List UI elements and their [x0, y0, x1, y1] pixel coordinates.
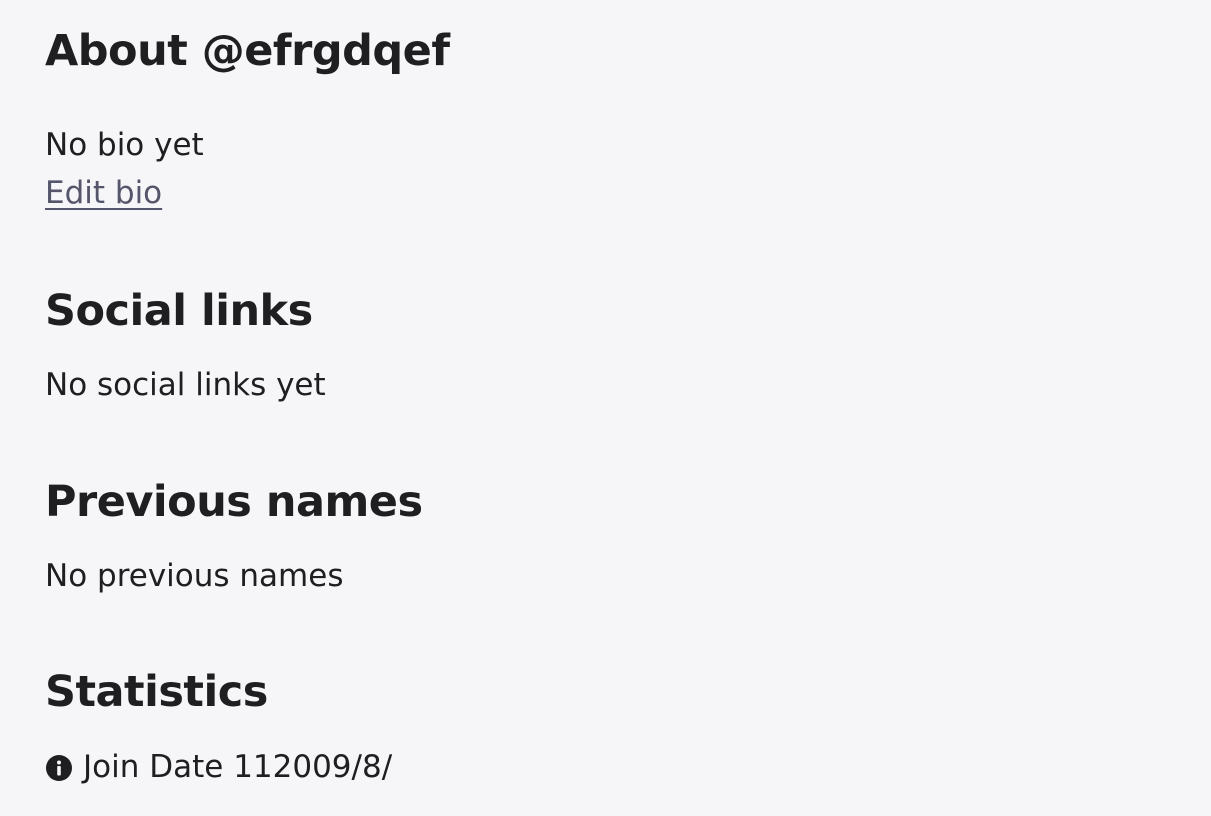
statistics-heading: Statistics [45, 667, 268, 717]
profile-about-panel: About @efrgdqef No bio yet Edit bio Soci… [45, 0, 1191, 816]
join-date-space [223, 752, 233, 783]
join-date-row: Join Date 112009/8/ [45, 752, 392, 783]
edit-bio-container: Edit bio [45, 178, 162, 209]
info-icon [45, 754, 73, 782]
join-date-label: Join Date [83, 749, 224, 785]
social-links-empty-text: No social links yet [45, 367, 326, 403]
social-links-heading: Social links [45, 286, 313, 336]
about-heading: About @efrgdqef [45, 26, 450, 76]
bio-text: No bio yet [45, 127, 204, 163]
previous-names-heading: Previous names [45, 477, 423, 527]
previous-names-empty-text: No previous names [45, 558, 344, 594]
edit-bio-link[interactable]: Edit bio [45, 175, 162, 211]
join-date-value: 112009/8/ [233, 749, 393, 785]
